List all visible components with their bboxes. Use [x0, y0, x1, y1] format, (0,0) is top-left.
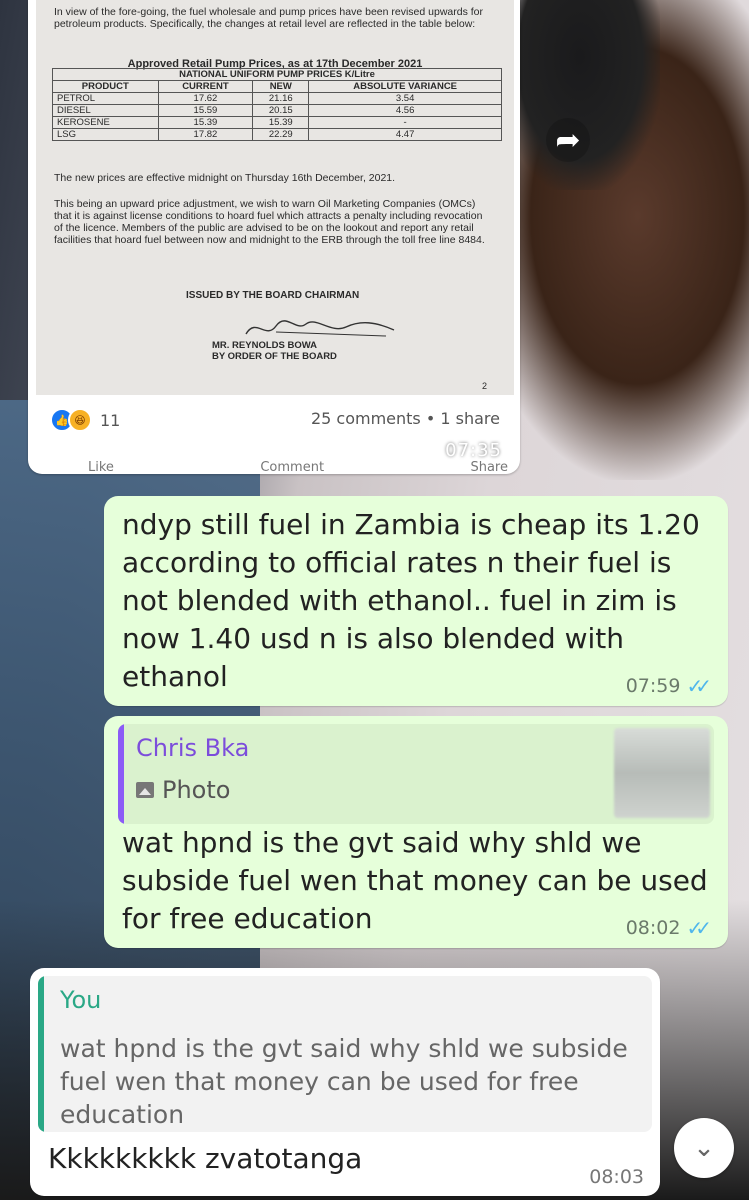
forward-icon[interactable]: ➦: [546, 118, 590, 162]
message-meta: 07:59 ✓✓: [626, 674, 712, 698]
cell: 17.82: [157, 128, 254, 141]
cell: 20.15: [252, 104, 310, 117]
cell: PETROL: [52, 92, 159, 105]
like-action: Like: [88, 460, 114, 474]
forwarded-image-message[interactable]: In view of the fore-going, the fuel whol…: [28, 0, 520, 474]
photo-icon: [136, 782, 154, 798]
doc-intro: In view of the fore-going, the fuel whol…: [54, 6, 484, 30]
table-row: LSG 17.82 22.29 4.47: [52, 128, 502, 141]
cell: 4.47: [308, 128, 502, 141]
quote-media-label: Photo: [136, 776, 230, 804]
cell: KEROSENE: [52, 116, 159, 129]
incoming-reply-message[interactable]: You wat hpnd is the gvt said why shld we…: [30, 968, 660, 1196]
cell: 15.59: [157, 104, 254, 117]
cell: 4.56: [308, 104, 502, 117]
read-ticks-icon: ✓✓: [686, 674, 711, 698]
col-new: NEW: [252, 80, 310, 93]
comment-action: Comment: [260, 460, 325, 474]
table-subtitle: NATIONAL UNIFORM PUMP PRICES K/Litre: [52, 68, 502, 81]
message-time: 07:59: [625, 675, 681, 697]
read-ticks-icon: ✓✓: [686, 916, 711, 940]
cell: 15.39: [252, 116, 310, 129]
signatory-role: BY ORDER OF THE BOARD: [212, 351, 337, 362]
table-row: DIESEL 15.59 20.15 4.56: [52, 104, 502, 117]
table-row: KEROSENE 15.39 15.39 -: [52, 116, 502, 129]
quote-media-type: Photo: [162, 776, 231, 804]
outgoing-reply-message[interactable]: Chris Bka Photo wat hpnd is the gvt said…: [104, 716, 728, 948]
message-time: 08:03: [589, 1166, 644, 1188]
comments-share-count[interactable]: 25 comments • 1 share: [311, 409, 500, 428]
price-table: NATIONAL UNIFORM PUMP PRICES K/Litre PRO…: [52, 68, 502, 141]
document-photo: In view of the fore-going, the fuel whol…: [36, 0, 514, 395]
cell: DIESEL: [52, 104, 159, 117]
col-variance: ABSOLUTE VARIANCE: [308, 80, 502, 93]
doc-signatory: MR. REYNOLDS BOWA BY ORDER OF THE BOARD: [212, 340, 520, 362]
doc-warning: This being an upward price adjustment, w…: [54, 198, 485, 246]
reaction-count: 11: [100, 410, 121, 430]
doc-effective: The new prices are effective midnight on…: [54, 172, 396, 184]
cell: 21.16: [252, 92, 310, 105]
fb-action-bar: Like Comment Share: [88, 460, 508, 474]
doc-page-number: 2: [482, 381, 488, 391]
share-action: Share: [470, 460, 508, 474]
cell: -: [308, 116, 502, 129]
quote-text: wat hpnd is the gvt said why shld we sub…: [60, 1034, 628, 1129]
doc-issued-by: ISSUED BY THE BOARD CHAIRMAN: [186, 290, 360, 301]
quoted-message[interactable]: Chris Bka Photo: [118, 724, 714, 824]
message-text: ndyp still fuel in Zambia is cheap its 1…: [122, 508, 700, 693]
cell: 15.39: [157, 116, 254, 129]
cell: 3.54: [308, 92, 502, 105]
cell: LSG: [52, 128, 159, 141]
cell: 22.29: [252, 128, 310, 141]
quote-thumbnail: [614, 728, 710, 818]
double-chevron-down-icon: ⌄: [693, 1133, 715, 1163]
message-meta: 08:02 ✓✓: [626, 916, 712, 940]
message-text: wat hpnd is the gvt said why shld we sub…: [122, 826, 708, 935]
signature: [245, 320, 395, 337]
outgoing-message[interactable]: ndyp still fuel in Zambia is cheap its 1…: [104, 496, 728, 706]
wallpaper-hair: [500, 0, 660, 190]
scroll-to-bottom-button[interactable]: ⌄: [674, 1118, 734, 1178]
message-time: 08:02: [625, 917, 681, 939]
message-text: Kkkkkkkkk zvatotanga: [48, 1142, 363, 1175]
table-row: PETROL 17.62 21.16 3.54: [52, 92, 502, 105]
quote-bar: [38, 976, 44, 1132]
haha-reaction-icon: 😆: [68, 408, 92, 432]
quote-bar: [118, 724, 124, 824]
quote-author: Chris Bka: [136, 734, 250, 762]
message-time: 07:35: [445, 440, 502, 461]
message-meta: 08:03: [589, 1166, 644, 1188]
quoted-message[interactable]: You wat hpnd is the gvt said why shld we…: [38, 976, 652, 1132]
col-current: CURRENT: [157, 80, 254, 93]
col-product: PRODUCT: [52, 80, 159, 93]
cell: 17.62: [157, 92, 254, 105]
quote-author: You: [60, 986, 102, 1014]
signatory-name: MR. REYNOLDS BOWA: [212, 340, 318, 351]
reactions[interactable]: 👍 😆 11: [50, 408, 120, 432]
